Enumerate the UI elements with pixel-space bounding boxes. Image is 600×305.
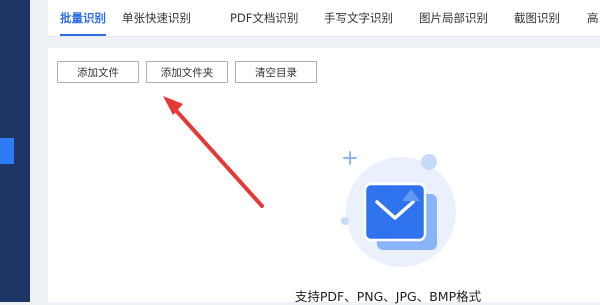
image-upload-icon	[341, 151, 456, 267]
tab-label: 图片局部识别	[419, 11, 488, 25]
tab-label: 手写文字识别	[324, 11, 393, 25]
tab-label: 截图识别	[514, 11, 560, 25]
tab-pdf-recognition[interactable]: PDF文档识别	[230, 0, 298, 36]
batch-panel: 添加文件 添加文件夹 清空目录 支持PDF、PNG、JPG、BMP格式	[48, 48, 600, 304]
tab-more-cutoff[interactable]: 高	[587, 0, 599, 36]
tab-bar: 批量识别 单张快速识别 PDF文档识别 手写文字识别 图片局部识别 截图识别 高	[48, 0, 600, 37]
tab-label: 批量识别	[60, 11, 106, 25]
active-tab-underline	[60, 34, 106, 36]
tab-handwriting-recognition[interactable]: 手写文字识别	[324, 0, 393, 36]
app-sidebar	[0, 0, 30, 302]
dropzone-area[interactable]	[48, 48, 600, 302]
tab-screenshot-recognition[interactable]: 截图识别	[514, 0, 560, 36]
tab-label: PDF文档识别	[230, 11, 299, 25]
tab-label: 高	[587, 11, 599, 25]
supported-formats-hint: 支持PDF、PNG、JPG、BMP格式	[294, 289, 482, 304]
tab-batch-recognition[interactable]: 批量识别	[60, 0, 106, 36]
tab-single-quick-recognition[interactable]: 单张快速识别	[122, 0, 191, 36]
tab-partial-image-recognition[interactable]: 图片局部识别	[419, 0, 488, 36]
content-gutter	[30, 0, 48, 302]
sidebar-active-indicator[interactable]	[0, 138, 14, 164]
tab-label: 单张快速识别	[122, 11, 191, 25]
